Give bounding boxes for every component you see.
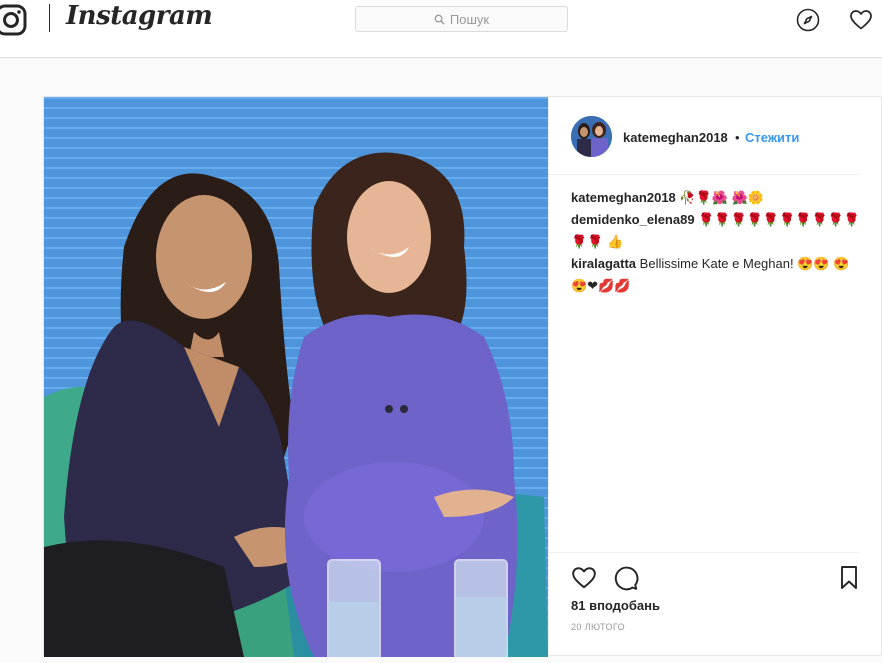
post-header: katemeghan2018 • Стежити [549,97,859,175]
avatar[interactable] [571,116,612,157]
like-heart-icon[interactable] [571,565,597,591]
post-actions: 81 вподобань 20 ЛЮТОГО [549,552,859,663]
post-card: katemeghan2018 • Стежити katemeghan2018 … [43,96,882,657]
instagram-camera-icon[interactable] [0,3,28,37]
explore-compass-icon[interactable] [796,8,820,32]
comment-text: 🥀🌹🌺 🌺🌼 [679,190,764,205]
search-icon [434,14,445,25]
post-photo-illustration [44,97,548,657]
comment-item: demidenko_elena89 🌹🌹🌹🌹🌹🌹🌹🌹🌹🌹🌹🌹 👍 [571,209,861,253]
comments-list: katemeghan2018 🥀🌹🌺 🌺🌼 demidenko_elena89 … [571,187,861,297]
heart-icon[interactable] [849,8,873,32]
post-owner-username[interactable]: katemeghan2018 [623,130,728,145]
search-input[interactable]: Пошук [355,6,568,32]
post-photo[interactable] [44,97,548,657]
comment-item: katemeghan2018 🥀🌹🌺 🌺🌼 [571,187,861,209]
likes-count[interactable]: 81 вподобань [571,598,660,613]
separator-dot: • [735,130,740,145]
search-placeholder: Пошук [449,11,490,27]
comment-item: kiralagatta Bellissime Kate e Meghan! 😍😍… [571,253,861,297]
instagram-wordmark[interactable]: Instagram [66,1,213,31]
bookmark-icon[interactable] [837,565,861,591]
post-date: 20 ЛЮТОГО [571,622,626,632]
comment-username[interactable]: kiralagatta [571,256,636,271]
comment-username[interactable]: katemeghan2018 [571,190,676,205]
post-sidebar: katemeghan2018 • Стежити katemeghan2018 … [548,97,882,657]
comment-username[interactable]: demidenko_elena89 [571,212,695,227]
top-nav-bar: Instagram Пошук [0,0,882,58]
logo-divider [49,4,50,32]
comment-icon[interactable] [613,565,639,591]
follow-button[interactable]: Стежити [745,130,799,145]
